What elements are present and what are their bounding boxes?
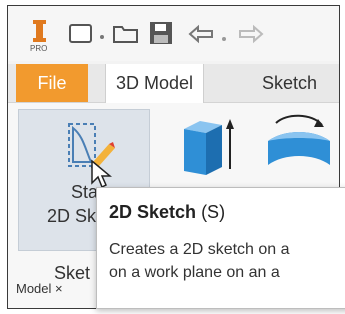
tab-3d-model[interactable]: 3D Model: [105, 64, 205, 103]
tooltip-title: 2D Sketch (S): [109, 202, 225, 223]
extrude-icon[interactable]: [178, 115, 238, 186]
tooltip-desc-line1: Creates a 2D sketch on a: [109, 241, 290, 258]
chevron-down-icon[interactable]: [98, 28, 106, 46]
tooltip-shortcut: (S): [201, 202, 226, 222]
redo-icon[interactable]: [236, 24, 266, 49]
ribbon-tab-bar: File 3D Model Sketch: [8, 64, 339, 103]
undo-icon[interactable]: [186, 24, 216, 49]
tooltip-description: Creates a 2D sketch on a on a work plane…: [109, 238, 290, 284]
start-sketch-label-line2: 2D Sk: [47, 206, 97, 226]
revolve-icon[interactable]: [262, 107, 334, 188]
open-folder-icon[interactable]: [112, 22, 140, 51]
tab-file[interactable]: File: [16, 64, 88, 102]
inventor-logo-icon[interactable]: PRO: [28, 18, 52, 59]
tooltip: 2D Sketch (S) Creates a 2D sketch on a o…: [96, 187, 345, 309]
svg-text:PRO: PRO: [30, 44, 47, 53]
save-icon[interactable]: [148, 20, 174, 51]
tooltip-desc-line2: on a work plane on an a: [109, 264, 280, 281]
quick-access-toolbar: PRO: [8, 6, 339, 61]
tab-sketch[interactable]: Sketch: [252, 64, 327, 102]
new-file-icon[interactable]: [68, 22, 94, 51]
model-browser-title[interactable]: Model ×: [16, 281, 63, 296]
tooltip-title-text: 2D Sketch: [109, 202, 197, 222]
undo-dropdown-icon[interactable]: [220, 30, 228, 48]
